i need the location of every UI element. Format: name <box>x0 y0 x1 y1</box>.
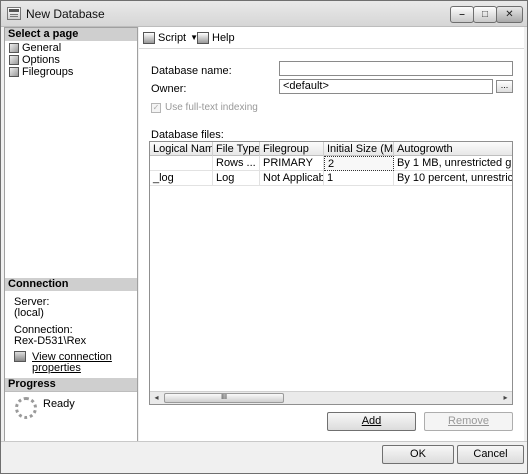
new-database-dialog: New Database – □ ✕ Select a page General… <box>0 0 528 474</box>
help-button[interactable]: Help <box>197 30 235 45</box>
view-connection-properties-link[interactable]: View connection properties <box>32 352 137 374</box>
title-bar: New Database – □ ✕ <box>1 1 527 27</box>
page-item-general[interactable]: General <box>9 42 61 54</box>
scroll-right-icon[interactable]: ▸ <box>499 392 512 404</box>
window-title: New Database <box>26 7 105 21</box>
close-button[interactable]: ✕ <box>496 6 523 23</box>
database-name-input[interactable] <box>279 61 513 76</box>
remove-button[interactable]: Remove <box>424 412 513 431</box>
column-header[interactable]: Logical Name <box>150 142 213 156</box>
progress-spinner-icon <box>15 397 37 419</box>
add-button-label: Add <box>361 415 382 427</box>
table-row[interactable]: Rows ... PRIMARY 2 By 1 MB, unrestricted… <box>150 156 512 171</box>
add-button[interactable]: Add <box>327 412 416 431</box>
close-icon: ✕ <box>505 9 514 20</box>
page-item-label: Options <box>22 54 60 66</box>
fulltext-indexing-row: ✓ Use full-text indexing <box>151 102 258 113</box>
maximize-button[interactable]: □ <box>473 6 497 23</box>
horizontal-scrollbar[interactable]: ◂ III ▸ <box>150 391 512 404</box>
toolbar: Script ▼ Help <box>139 27 524 47</box>
minimize-button[interactable]: – <box>450 6 474 23</box>
right-pane: Script ▼ Help Database name: Owner: <def… <box>139 27 524 442</box>
database-window-icon <box>7 7 21 20</box>
database-files-grid[interactable]: Logical Name File Type Filegroup Initial… <box>149 141 513 405</box>
toolbar-divider <box>139 48 524 49</box>
page-icon <box>9 67 19 77</box>
database-files-label: Database files: <box>151 129 224 141</box>
scroll-left-icon[interactable]: ◂ <box>150 392 163 404</box>
database-name-label: Database name: <box>151 65 232 77</box>
cell-initial-size[interactable]: 2 <box>324 156 394 171</box>
page-item-options[interactable]: Options <box>9 54 60 66</box>
left-pane: Select a page General Options Filegroups… <box>4 27 138 442</box>
cell-logical-name[interactable]: _log <box>150 171 213 186</box>
owner-browse-button[interactable]: ... <box>496 80 513 93</box>
fulltext-indexing-checkbox[interactable]: ✓ <box>151 102 161 113</box>
cell-initial-size[interactable]: 1 <box>324 171 394 186</box>
page-item-filegroups[interactable]: Filegroups <box>9 66 73 78</box>
cell-filegroup[interactable]: PRIMARY <box>260 156 324 171</box>
owner-input[interactable]: <default> <box>279 79 493 94</box>
cell-autogrowth[interactable]: By 1 MB, unrestricted growth <box>394 156 512 171</box>
cell-file-type[interactable]: Log <box>213 171 260 186</box>
connection-properties-icon <box>14 351 26 362</box>
progress-status: Ready <box>43 398 75 410</box>
help-icon <box>197 31 209 44</box>
script-button[interactable]: Script ▼ <box>143 30 198 45</box>
cancel-button[interactable]: Cancel <box>457 445 524 464</box>
cell-logical-name[interactable] <box>150 156 213 171</box>
cancel-button-label: Cancel <box>473 448 508 460</box>
server-value: (local) <box>14 307 44 319</box>
maximize-icon: □ <box>481 9 489 20</box>
column-header[interactable]: File Type <box>213 142 260 156</box>
cell-autogrowth[interactable]: By 10 percent, unrestricted growth <box>394 171 512 186</box>
ok-button-label: OK <box>410 448 426 460</box>
bottom-divider <box>1 441 527 442</box>
connection-header: Connection <box>5 278 137 291</box>
column-header[interactable]: Autogrowth <box>394 142 512 156</box>
column-header[interactable]: Filegroup <box>260 142 324 156</box>
divider <box>5 391 137 392</box>
page-icon <box>9 55 19 65</box>
owner-label: Owner: <box>151 83 187 95</box>
help-label: Help <box>212 31 235 44</box>
script-label: Script <box>158 31 187 44</box>
column-header[interactable]: Initial Size (MB) <box>324 142 394 156</box>
progress-header: Progress <box>5 378 137 391</box>
fulltext-indexing-label: Use full-text indexing <box>165 102 258 113</box>
grid-header: Logical Name File Type Filegroup Initial… <box>150 142 512 156</box>
minimize-icon: – <box>459 9 465 20</box>
remove-button-label: Remove <box>448 415 489 427</box>
select-page-header: Select a page <box>5 28 137 41</box>
cell-file-type[interactable]: Rows ... <box>213 156 260 171</box>
page-icon <box>9 43 19 53</box>
ok-button[interactable]: OK <box>382 445 454 464</box>
connection-value: Rex-D531\Rex <box>14 335 87 347</box>
page-item-label: Filegroups <box>22 66 74 78</box>
cell-filegroup[interactable]: Not Applicable <box>260 171 324 186</box>
page-item-label: General <box>22 42 62 54</box>
scroll-thumb[interactable]: III <box>164 393 284 403</box>
script-icon <box>143 31 155 44</box>
table-row[interactable]: _log Log Not Applicable 1 By 10 percent,… <box>150 171 512 186</box>
